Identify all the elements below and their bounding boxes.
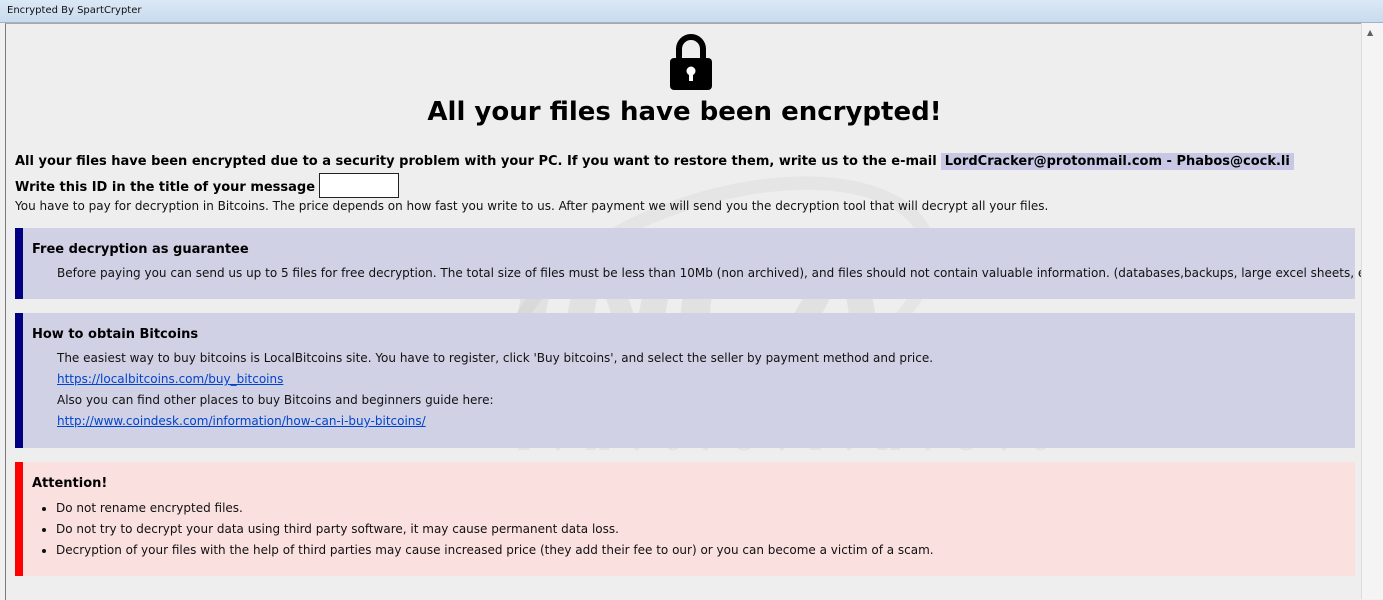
bitcoins-section: How to obtain Bitcoins The easiest way t… [15, 313, 1355, 448]
attention-title: Attention! [32, 476, 108, 491]
padlock-icon [670, 34, 712, 90]
coindesk-link[interactable]: http://www.coindesk.com/information/how-… [57, 414, 426, 428]
contact-text: All your files have been encrypted due t… [15, 154, 937, 169]
attention-section: Attention! Do not rename encrypted files… [15, 462, 1355, 576]
bitcoins-text: The easiest way to buy bitcoins is Local… [57, 351, 934, 365]
id-line: Write this ID in the title of your messa… [15, 173, 400, 200]
guarantee-text: Before paying you can send us up to 5 fi… [57, 266, 1363, 280]
contact-line: All your files have been encrypted due t… [15, 153, 1294, 170]
list-item: Decryption of your files with the help o… [56, 540, 934, 561]
section-accent-bar [15, 462, 23, 576]
localbitcoins-link[interactable]: https://localbitcoins.com/buy_bitcoins [57, 372, 283, 386]
list-item: Do not rename encrypted files. [56, 498, 934, 519]
scroll-up-arrow-icon[interactable]: ▲ [1367, 28, 1373, 37]
guarantee-title: Free decryption as guarantee [32, 242, 249, 257]
window-titlebar: Encrypted By SpartCrypter [0, 0, 1383, 23]
guarantee-section: Free decryption as guarantee Before payi… [15, 228, 1363, 299]
bitcoins-guide-text: Also you can find other places to buy Bi… [57, 393, 494, 407]
ransom-note-window: INCA I.n.t.e.r.n.e.t All your files have… [5, 23, 1363, 600]
id-field[interactable] [319, 173, 400, 198]
page-title: All your files have been encrypted! [427, 97, 942, 127]
window-title: Encrypted By SpartCrypter [7, 5, 142, 16]
attention-list: Do not rename encrypted files. Do not tr… [32, 498, 934, 561]
list-item: Do not try to decrypt your data using th… [56, 519, 934, 540]
section-accent-bar [15, 228, 23, 299]
payment-info: You have to pay for decryption in Bitcoi… [15, 199, 1049, 213]
bitcoins-title: How to obtain Bitcoins [32, 327, 199, 342]
vertical-scrollbar[interactable]: ▲ [1361, 23, 1383, 599]
section-accent-bar [15, 313, 23, 448]
contact-email[interactable]: LordCracker@protonmail.com - Phabos@cock… [940, 153, 1294, 170]
id-instruction: Write this ID in the title of your messa… [15, 180, 316, 195]
